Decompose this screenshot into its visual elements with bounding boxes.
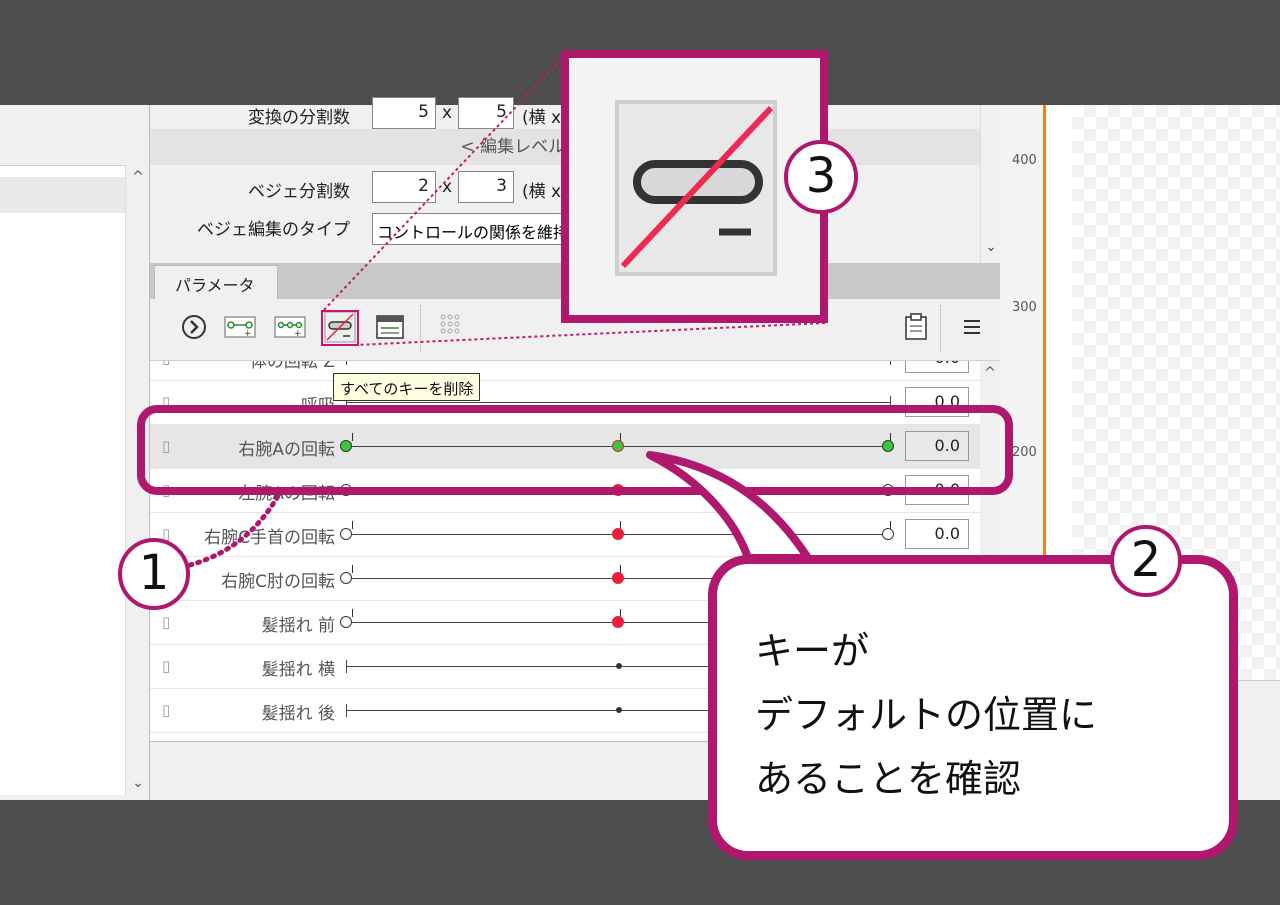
callout-line: あることを確認	[755, 757, 1022, 801]
callout-bubble: キーが デフォルトの位置に あることを確認	[708, 555, 1238, 860]
step-number-2: 2	[1110, 525, 1182, 597]
delete-all-keys-icon	[620, 105, 774, 269]
delete-all-keys-icon-zoomed	[615, 100, 777, 276]
step1-pointer	[187, 493, 281, 568]
step-number-3: 3	[784, 140, 858, 214]
callout-text: キーが デフォルトの位置に あることを確認	[755, 619, 1097, 811]
screenshot-stage: ^ ⌄ 変換の分割数 5 x 5 (横 x 縦) < 編集レベルごとの設定 > …	[0, 0, 1280, 905]
zoom-guide-line	[321, 54, 566, 313]
highlight-row-frame	[137, 405, 1013, 495]
zoom-guide-line	[355, 322, 826, 346]
callout-line: デフォルトの位置に	[755, 693, 1098, 737]
callout-line: キーが	[755, 629, 870, 673]
step-number-1: 1	[118, 538, 190, 610]
